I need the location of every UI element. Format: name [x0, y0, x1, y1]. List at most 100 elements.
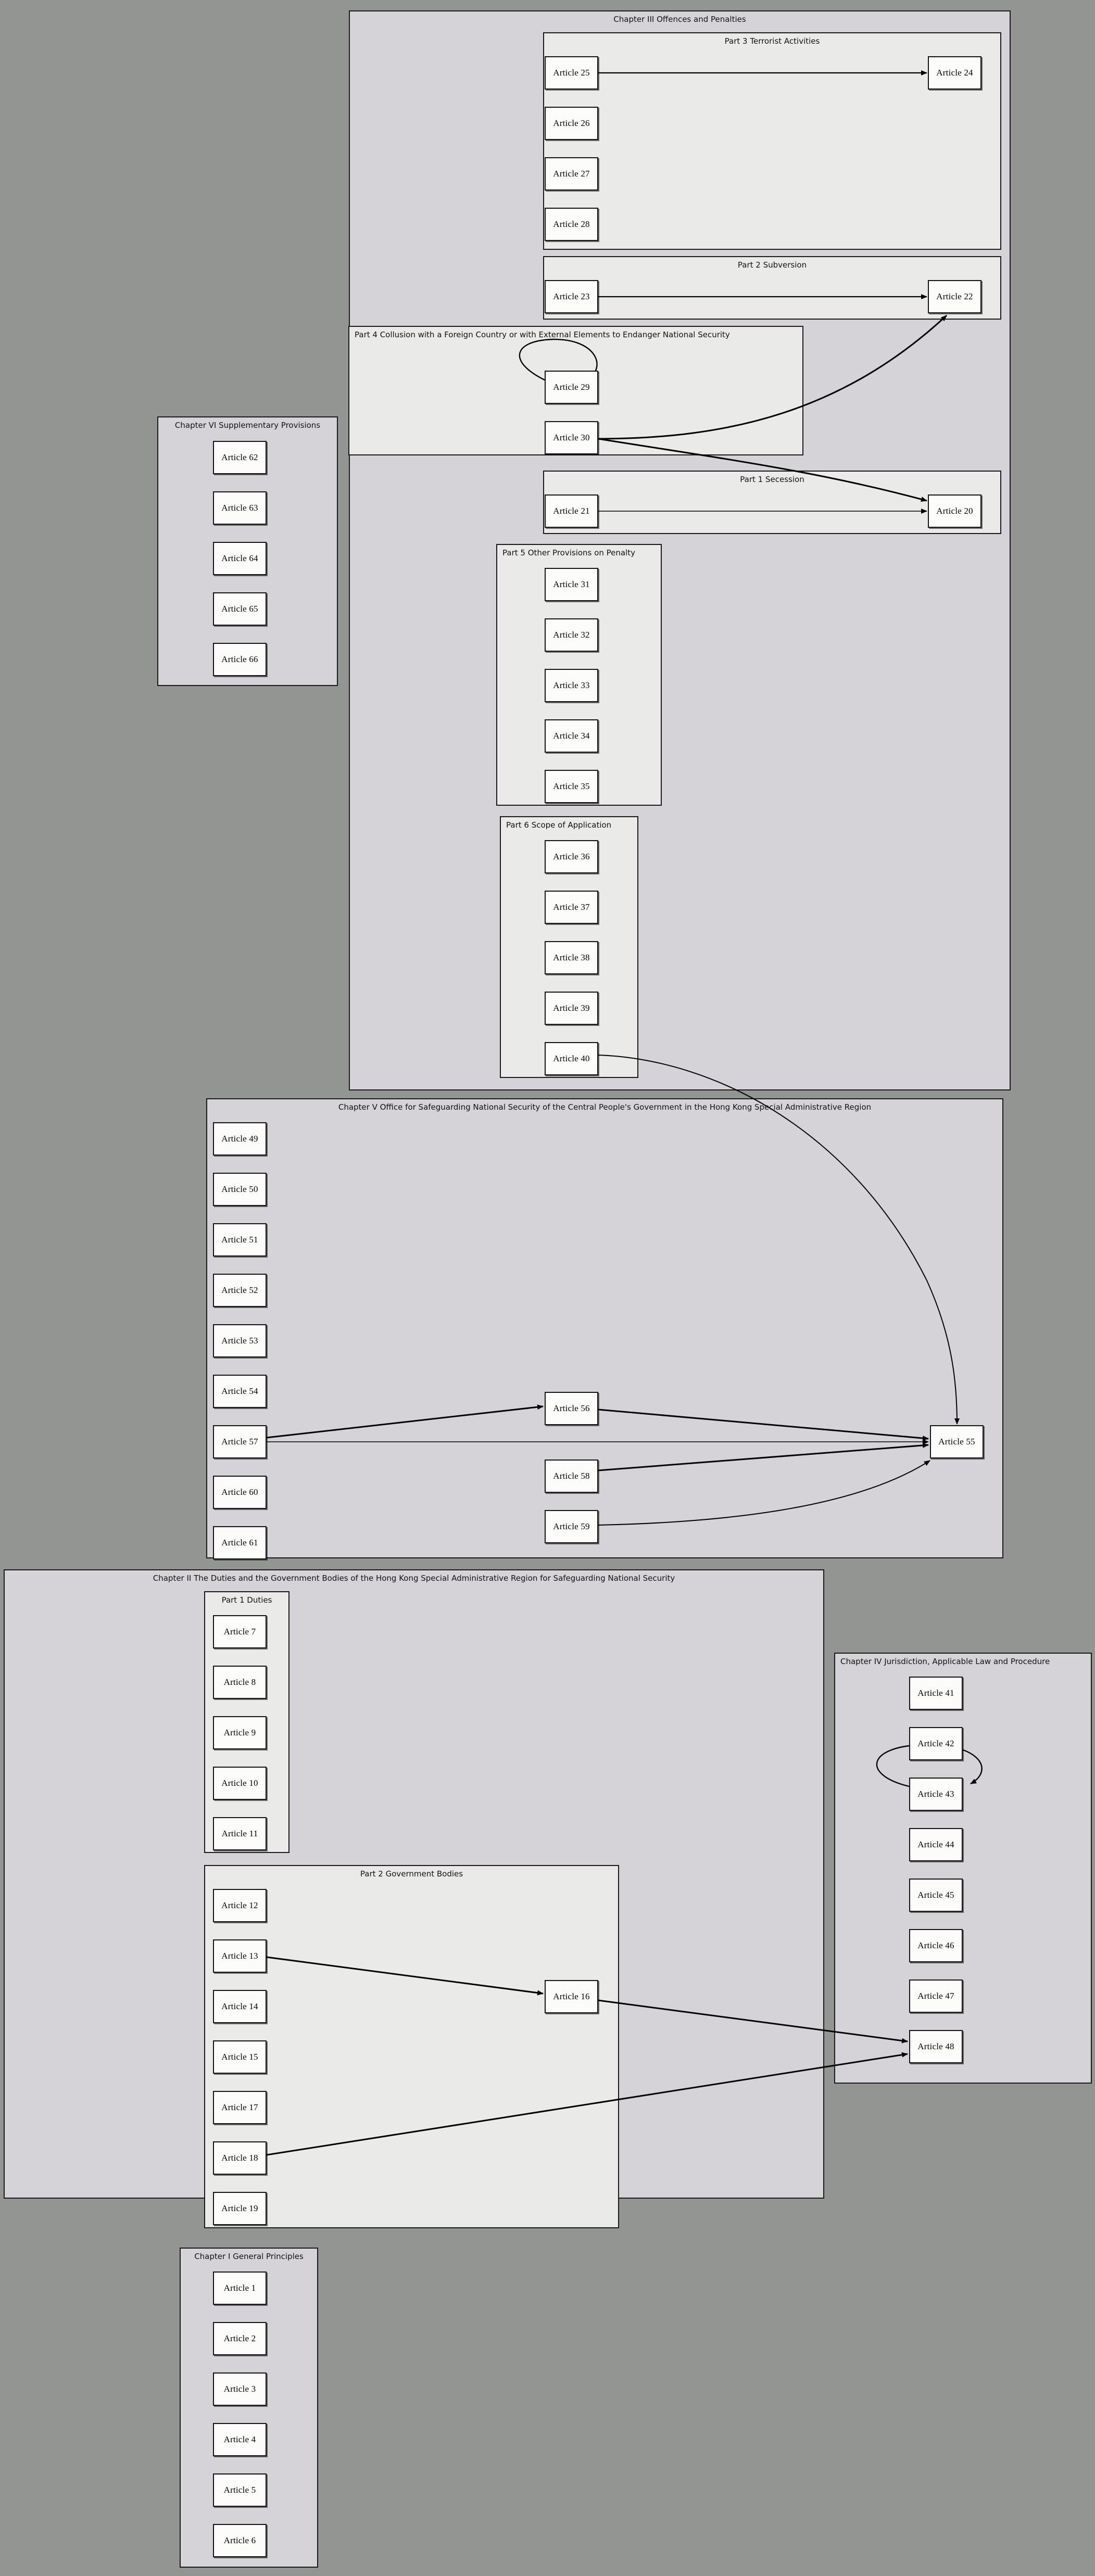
node-article-29[interactable]: Article 29	[545, 371, 598, 404]
node-article-57[interactable]: Article 57	[213, 1425, 267, 1458]
node-label: Article 42	[917, 1739, 954, 1748]
node-article-21[interactable]: Article 21	[545, 494, 598, 528]
node-article-64[interactable]: Article 64	[213, 542, 267, 575]
node-label: Article 55	[938, 1437, 975, 1446]
node-article-23[interactable]: Article 23	[545, 280, 598, 313]
node-article-30[interactable]: Article 30	[545, 421, 598, 454]
node-label: Article 41	[917, 1688, 954, 1698]
node-article-35[interactable]: Article 35	[545, 770, 598, 803]
node-article-25[interactable]: Article 25	[545, 56, 598, 90]
node-label: Article 13	[221, 1951, 258, 1961]
node-label: Article 29	[553, 382, 590, 392]
node-article-58[interactable]: Article 58	[545, 1460, 598, 1493]
node-article-27[interactable]: Article 27	[545, 157, 598, 191]
node-article-11[interactable]: Article 11	[213, 1817, 267, 1850]
node-label: Article 61	[221, 1538, 258, 1547]
node-article-36[interactable]: Article 36	[545, 840, 598, 873]
node-article-31[interactable]: Article 31	[545, 568, 598, 601]
node-article-45[interactable]: Article 45	[909, 1879, 963, 1912]
node-label: Article 3	[223, 2384, 256, 2394]
node-article-6[interactable]: Article 6	[213, 2524, 267, 2557]
node-label: Article 45	[917, 1890, 954, 1900]
node-article-37[interactable]: Article 37	[545, 891, 598, 924]
node-article-65[interactable]: Article 65	[213, 592, 267, 626]
node-label: Article 32	[553, 630, 590, 640]
node-article-19[interactable]: Article 19	[213, 2192, 267, 2225]
node-label: Article 17	[221, 2102, 258, 2112]
node-article-10[interactable]: Article 10	[213, 1767, 267, 1800]
node-article-5[interactable]: Article 5	[213, 2473, 267, 2507]
node-article-13[interactable]: Article 13	[213, 1939, 267, 1973]
node-article-55[interactable]: Article 55	[930, 1425, 984, 1458]
node-article-47[interactable]: Article 47	[909, 1979, 963, 2013]
node-article-2[interactable]: Article 2	[213, 2322, 267, 2355]
node-label: Article 16	[553, 1991, 590, 2001]
node-label: Article 27	[553, 169, 590, 179]
node-article-16[interactable]: Article 16	[545, 1980, 598, 2013]
node-label: Article 21	[553, 506, 590, 516]
node-article-40[interactable]: Article 40	[545, 1042, 598, 1075]
node-article-42[interactable]: Article 42	[909, 1727, 963, 1760]
node-label: Article 56	[553, 1403, 590, 1413]
node-article-28[interactable]: Article 28	[545, 208, 598, 241]
node-article-3[interactable]: Article 3	[213, 2372, 267, 2406]
node-article-26[interactable]: Article 26	[545, 107, 598, 140]
edge-a58-a55	[598, 1442, 929, 1471]
node-article-54[interactable]: Article 54	[213, 1375, 267, 1408]
node-label: Article 18	[221, 2153, 258, 2163]
node-article-66[interactable]: Article 66	[213, 643, 267, 676]
node-article-24[interactable]: Article 24	[928, 56, 981, 90]
node-label: Article 12	[221, 1900, 258, 1910]
node-label: Article 59	[553, 1521, 590, 1531]
node-article-48[interactable]: Article 48	[909, 2030, 963, 2063]
node-label: Article 19	[221, 2203, 258, 2213]
node-article-34[interactable]: Article 34	[545, 719, 598, 753]
node-article-9[interactable]: Article 9	[213, 1716, 267, 1749]
edge-a16-a48	[598, 1999, 908, 2044]
node-label: Article 65	[221, 604, 258, 614]
node-label: Article 52	[221, 1285, 258, 1295]
node-article-14[interactable]: Article 14	[213, 1990, 267, 2023]
node-article-52[interactable]: Article 52	[213, 1274, 267, 1307]
node-article-8[interactable]: Article 8	[213, 1666, 267, 1699]
node-article-15[interactable]: Article 15	[213, 2040, 267, 2074]
node-article-62[interactable]: Article 62	[213, 441, 267, 474]
node-article-50[interactable]: Article 50	[213, 1173, 267, 1206]
node-article-61[interactable]: Article 61	[213, 1526, 267, 1559]
node-article-59[interactable]: Article 59	[545, 1510, 598, 1543]
node-article-17[interactable]: Article 17	[213, 2091, 267, 2124]
node-article-46[interactable]: Article 46	[909, 1929, 963, 1962]
node-label: Article 35	[553, 781, 590, 791]
node-article-32[interactable]: Article 32	[545, 618, 598, 652]
node-article-63[interactable]: Article 63	[213, 491, 267, 525]
node-article-51[interactable]: Article 51	[213, 1223, 267, 1257]
node-article-60[interactable]: Article 60	[213, 1476, 267, 1509]
node-article-18[interactable]: Article 18	[213, 2141, 267, 2175]
node-article-20[interactable]: Article 20	[928, 494, 981, 528]
node-article-43[interactable]: Article 43	[909, 1778, 963, 1811]
node-article-1[interactable]: Article 1	[213, 2272, 267, 2305]
edge-a18-a48	[266, 2052, 908, 2156]
node-article-41[interactable]: Article 41	[909, 1677, 963, 1710]
node-article-4[interactable]: Article 4	[213, 2423, 267, 2456]
node-label: Article 34	[553, 731, 590, 741]
node-article-56[interactable]: Article 56	[545, 1392, 598, 1425]
node-article-49[interactable]: Article 49	[213, 1122, 267, 1156]
node-article-22[interactable]: Article 22	[928, 280, 981, 313]
node-article-53[interactable]: Article 53	[213, 1324, 267, 1357]
node-label: Article 23	[553, 291, 590, 301]
node-article-39[interactable]: Article 39	[545, 992, 598, 1025]
node-article-12[interactable]: Article 12	[213, 1889, 267, 1922]
node-label: Article 53	[221, 1336, 258, 1346]
node-article-7[interactable]: Article 7	[213, 1615, 267, 1648]
node-label: Article 25	[553, 68, 590, 78]
node-article-38[interactable]: Article 38	[545, 941, 598, 974]
node-label: Article 28	[553, 219, 590, 229]
node-article-33[interactable]: Article 33	[545, 669, 598, 702]
node-label: Article 8	[223, 1677, 256, 1687]
node-label: Article 1	[223, 2283, 256, 2293]
edge-a40-a55	[598, 1055, 960, 1425]
node-label: Article 54	[221, 1386, 258, 1396]
node-label: Article 48	[917, 2041, 954, 2051]
node-article-44[interactable]: Article 44	[909, 1828, 963, 1861]
